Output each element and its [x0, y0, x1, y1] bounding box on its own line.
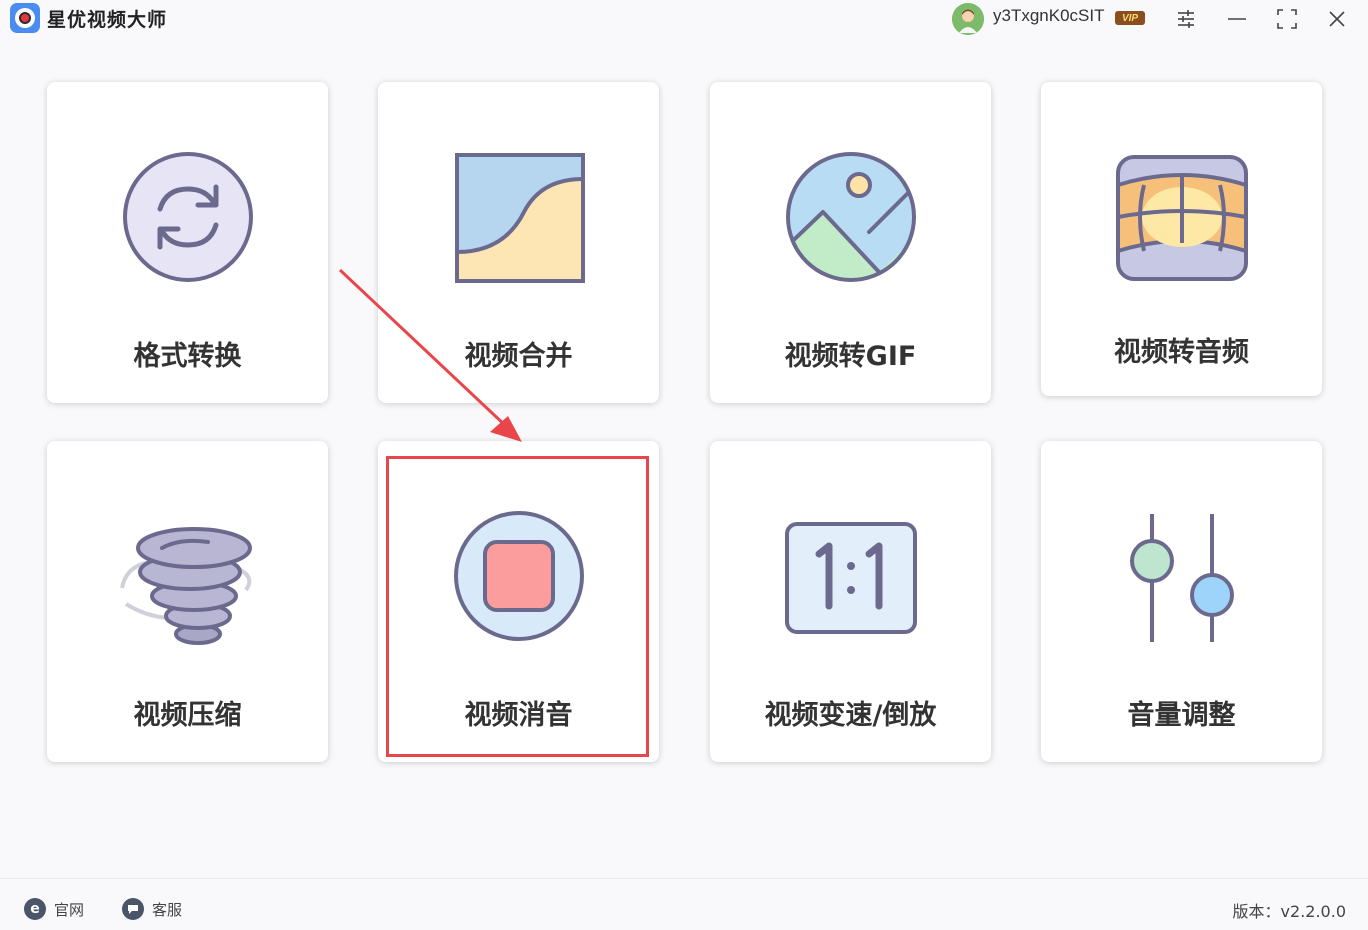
website-link[interactable]: e 官网 — [24, 898, 84, 920]
tool-label: 格式转换 — [133, 341, 242, 372]
tool-label: 视频变速/倒放 — [764, 700, 937, 731]
footer: e 官网 客服 版本：v2.2.0.0 — [0, 878, 1368, 930]
chat-icon — [122, 898, 144, 920]
compress-icon — [113, 501, 263, 651]
version-text: 版本：v2.2.0.0 — [1232, 902, 1346, 921]
tool-label: 音量调整 — [1127, 700, 1236, 731]
app-title: 星优视频大师 — [47, 9, 168, 31]
tool-card-video-to-gif[interactable]: 视频转GIF — [710, 82, 991, 403]
vip-badge: VIP — [1115, 11, 1145, 25]
user-avatar[interactable] — [952, 3, 984, 35]
audio-icon — [1107, 142, 1257, 292]
tool-card-volume-adjust[interactable]: 音量调整 — [1041, 441, 1322, 762]
tool-label: 视频合并 — [464, 341, 573, 372]
tool-card-video-merge[interactable]: 视频合并 — [378, 82, 659, 403]
support-label: 客服 — [152, 900, 183, 919]
tool-label: 视频转音频 — [1114, 337, 1249, 368]
username[interactable]: y3TxgnK0cSIT — [993, 6, 1105, 26]
close-icon[interactable] — [1321, 4, 1353, 34]
tool-card-video-speed[interactable]: 视频变速/倒放 — [710, 441, 991, 762]
support-link[interactable]: 客服 — [122, 898, 182, 920]
maximize-icon[interactable] — [1271, 4, 1303, 34]
ratio-icon — [776, 501, 926, 651]
settings-icon[interactable] — [1170, 4, 1202, 34]
tool-card-format-convert[interactable]: 格式转换 — [47, 82, 328, 403]
merge-icon — [444, 142, 594, 292]
title-bar: 星优视频大师 y3TxgnK0cSIT VIP — [0, 0, 1368, 40]
tool-label: 视频转GIF — [784, 341, 917, 372]
minimize-icon[interactable] — [1221, 4, 1253, 34]
app-logo-icon — [10, 3, 40, 33]
website-label: 官网 — [54, 900, 85, 919]
tool-card-video-compress[interactable]: 视频压缩 — [47, 441, 328, 762]
tool-card-video-to-audio[interactable]: 视频转音频 — [1041, 82, 1322, 396]
tool-label: 视频压缩 — [133, 700, 242, 731]
convert-icon — [113, 142, 263, 292]
ie-icon: e — [24, 898, 46, 920]
highlight-box — [386, 456, 649, 757]
volume-icon — [1107, 501, 1257, 651]
gif-icon — [776, 142, 926, 292]
